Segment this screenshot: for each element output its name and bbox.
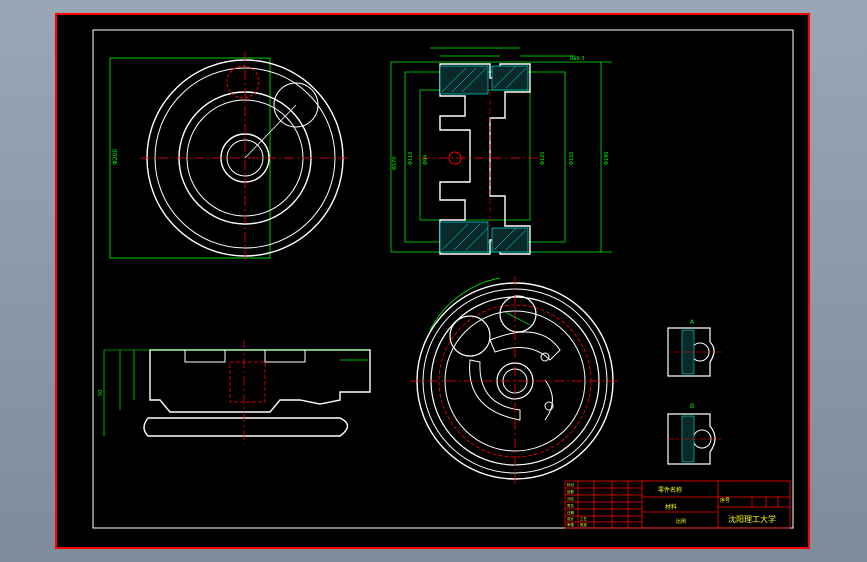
svg-text:日期: 日期 xyxy=(567,510,575,515)
svg-text:标记: 标记 xyxy=(567,482,575,487)
front-d2: Φ110 xyxy=(408,152,414,165)
svg-text:B: B xyxy=(690,403,694,410)
front-r2: Φ150 xyxy=(569,152,575,165)
svg-text:处数: 处数 xyxy=(567,489,575,494)
front-r3: Φ190 xyxy=(604,152,610,165)
cad-drawing: Φ200 Φ170 Φ110 Φ94 Φ120 Φ150 Φ190 Ra6.3 … xyxy=(55,13,810,549)
title-material: 材料 xyxy=(665,503,677,511)
front-d3: Φ94 xyxy=(423,155,429,165)
svg-text:设计: 设计 xyxy=(567,516,575,521)
front-d1: Φ170 xyxy=(392,157,398,170)
svg-text:审核: 审核 xyxy=(567,522,575,527)
side-height-label: 50 xyxy=(98,390,104,396)
title-school: 沈阳理工大学 xyxy=(728,514,776,524)
title-scale: 比例 xyxy=(676,518,686,525)
title-drawing-no: 序号 xyxy=(720,497,730,504)
cad-viewport: Φ200 Φ170 Φ110 Φ94 Φ120 Φ150 Φ190 Ra6.3 … xyxy=(0,0,867,562)
svg-text:签名: 签名 xyxy=(567,503,574,508)
title-part-name: 零件名称 xyxy=(658,486,682,494)
svg-text:工艺: 工艺 xyxy=(580,516,588,521)
front-roughness: Ra6.3 xyxy=(570,56,584,62)
front-r1: Φ120 xyxy=(540,152,546,165)
svg-text:分区: 分区 xyxy=(567,496,575,501)
top-view-dia-label: Φ200 xyxy=(112,149,119,165)
svg-text:批准: 批准 xyxy=(580,522,588,527)
drawing-sheet xyxy=(55,13,810,549)
